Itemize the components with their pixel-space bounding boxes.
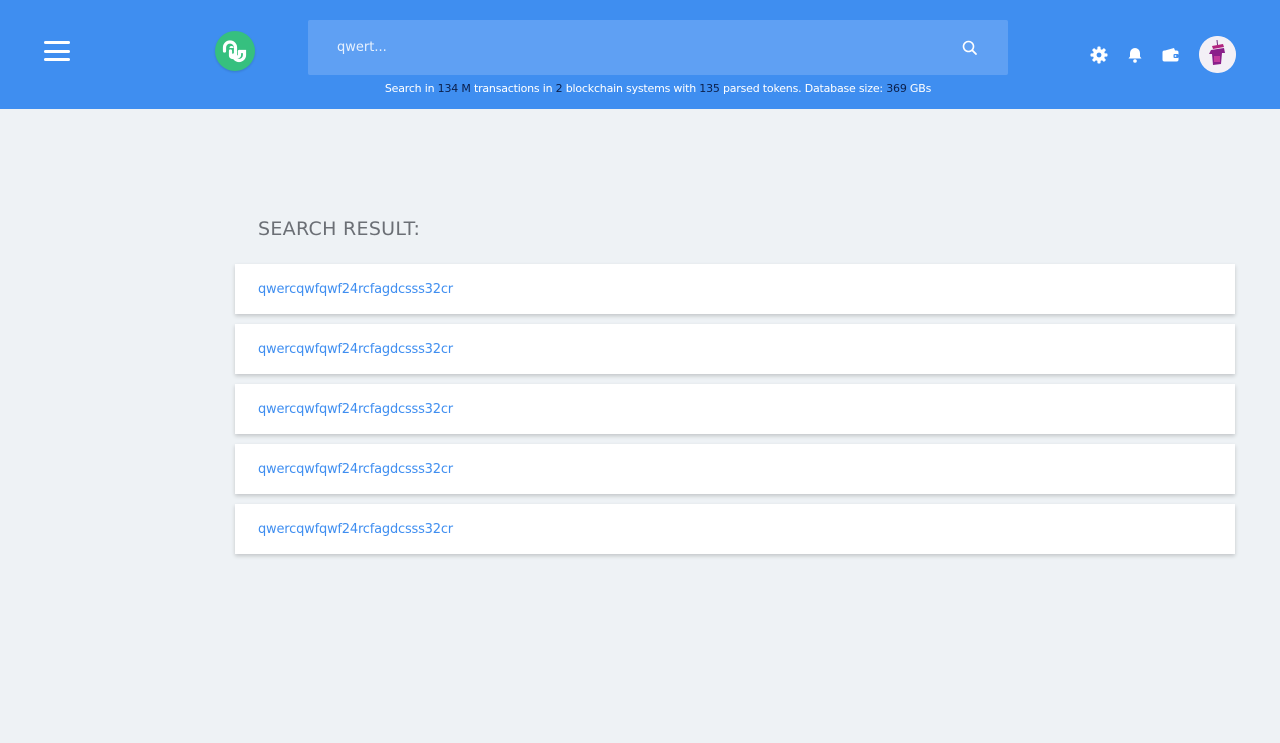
avatar[interactable] [1199,36,1236,73]
result-link[interactable]: qwercqwfqwf24rcfagdcsss32cr [258,462,453,477]
result-link[interactable]: qwercqwfqwf24rcfagdcsss32cr [258,282,453,297]
bell-icon[interactable] [1125,45,1145,65]
db-size: 369 [886,82,907,95]
stats-transactions-text: transactions in [473,82,553,95]
systems-count: 2 [555,82,563,95]
database-stats: Search in 134 M transactions in 2 blockc… [308,82,1008,95]
wallet-icon[interactable] [1161,45,1181,65]
transactions-count: 134 M [437,82,471,95]
search-result-title: SEARCH RESULT: [258,218,421,240]
tokens-count: 135 [699,82,720,95]
result-item[interactable]: qwercqwfqwf24rcfagdcsss32cr [235,324,1235,374]
search-icon[interactable] [961,39,979,57]
db-size-unit: GBs [909,82,932,95]
hamburger-menu-icon[interactable] [42,38,72,64]
gear-icon[interactable] [1089,45,1109,65]
stats-systems-text: blockchain systems with [565,82,696,95]
search-results-list: qwercqwfqwf24rcfagdcsss32cr qwercqwfqwf2… [235,264,1235,564]
result-item[interactable]: qwercqwfqwf24rcfagdcsss32cr [235,504,1235,554]
stumbleupon-logo-icon[interactable] [215,31,255,71]
result-link[interactable]: qwercqwfqwf24rcfagdcsss32cr [258,402,453,417]
search-bar [308,20,1008,75]
result-item[interactable]: qwercqwfqwf24rcfagdcsss32cr [235,264,1235,314]
top-header: Search in 134 M transactions in 2 blockc… [0,0,1280,109]
stats-tokens-text: parsed tokens. Database size: [722,82,883,95]
result-link[interactable]: qwercqwfqwf24rcfagdcsss32cr [258,522,453,537]
stats-prefix: Search in [384,82,435,95]
result-item[interactable]: qwercqwfqwf24rcfagdcsss32cr [235,384,1235,434]
result-link[interactable]: qwercqwfqwf24rcfagdcsss32cr [258,342,453,357]
result-item[interactable]: qwercqwfqwf24rcfagdcsss32cr [235,444,1235,494]
search-input[interactable] [308,20,948,75]
